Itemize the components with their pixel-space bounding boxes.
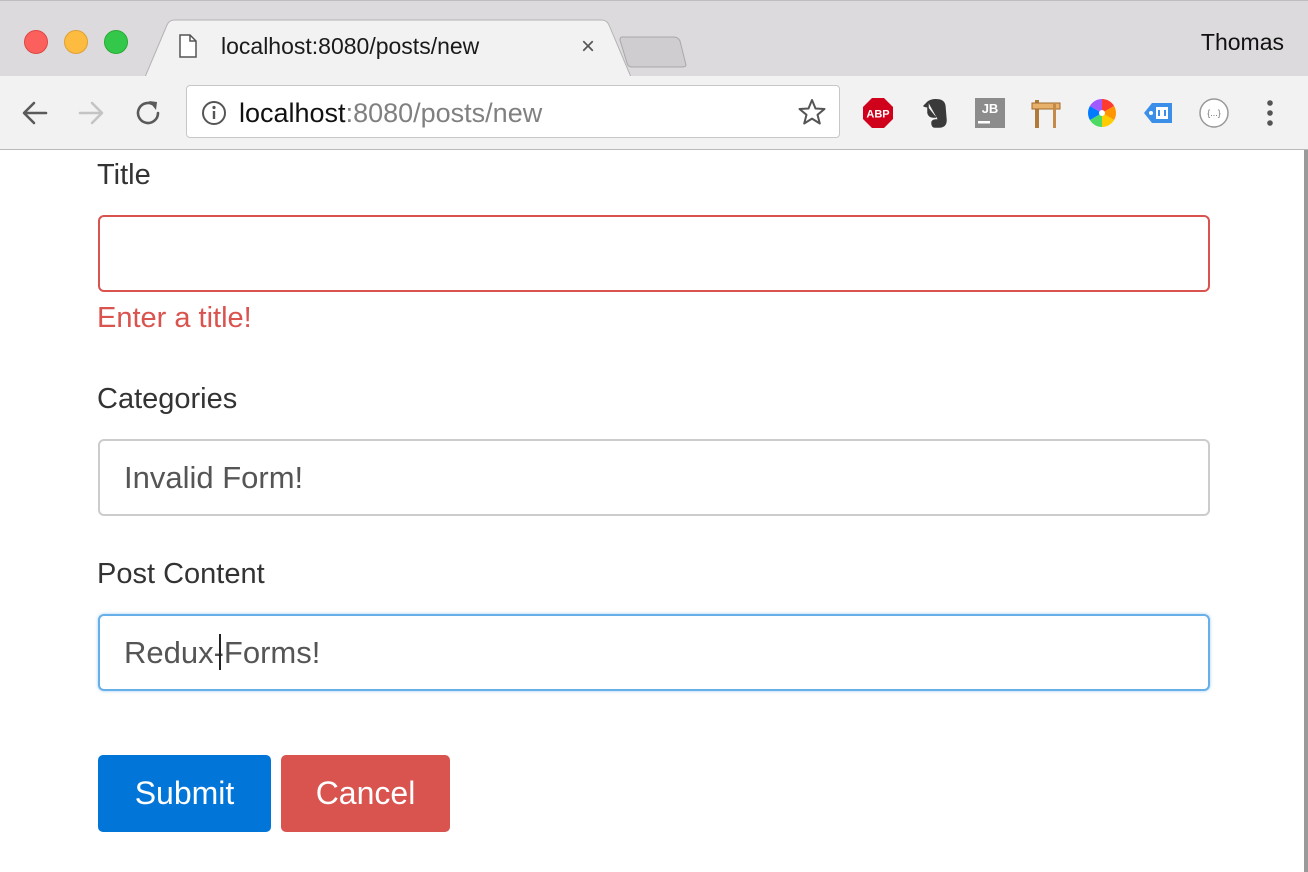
profile-name[interactable]: Thomas (1201, 29, 1284, 56)
color-wheel-icon[interactable] (1085, 96, 1119, 130)
json-formatter-icon[interactable]: {...} (1197, 96, 1231, 130)
star-icon[interactable] (797, 97, 827, 127)
url-host: localhost (239, 98, 346, 128)
file-icon (179, 34, 197, 63)
title-label: Title (97, 159, 151, 191)
new-tab-button[interactable] (618, 35, 688, 69)
evernote-icon[interactable] (918, 96, 952, 130)
submit-button[interactable]: Submit (98, 755, 271, 832)
cancel-button[interactable]: Cancel (281, 755, 450, 832)
reload-icon[interactable] (131, 96, 165, 130)
address-bar[interactable]: localhost:8080/posts/new (186, 85, 840, 138)
kebab-menu-icon[interactable] (1258, 96, 1282, 130)
post-content-label: Post Content (97, 558, 265, 590)
window-maximize-button[interactable] (104, 30, 128, 54)
info-icon[interactable] (201, 100, 227, 126)
text-cursor (219, 634, 221, 670)
categories-label: Categories (97, 383, 238, 415)
jetbrains-label: JB (982, 101, 999, 116)
browser-tab-active[interactable]: localhost:8080/posts/new × (145, 19, 631, 79)
json-formatter-label: {...} (1207, 108, 1221, 118)
post-content-input-value: Redux-Forms! (124, 635, 321, 670)
categories-input-value: Invalid Form! (124, 460, 304, 495)
categories-input[interactable]: Invalid Form! (98, 439, 1210, 516)
url-text[interactable]: localhost:8080/posts/new (239, 98, 542, 129)
adblock-plus-icon[interactable]: ABP (861, 96, 895, 130)
window-minimize-button[interactable] (64, 30, 88, 54)
tag-icon[interactable] (1141, 96, 1175, 130)
title-input[interactable] (98, 215, 1210, 292)
tab-title: localhost:8080/posts/new (221, 33, 480, 59)
construction-sign-icon[interactable] (1029, 96, 1063, 130)
tab-strip: localhost:8080/posts/new × Thomas (0, 0, 1308, 79)
browser-toolbar: localhost:8080/posts/new ABP JB {...} (0, 76, 1308, 150)
page-content: Title Enter a title! Categories Invalid … (0, 150, 1308, 872)
title-error-message: Enter a title! (97, 302, 252, 334)
window-edge (1304, 150, 1308, 872)
jetbrains-icon[interactable]: JB (973, 96, 1007, 130)
post-content-input[interactable]: Redux-Forms! (98, 614, 1210, 691)
back-arrow-icon[interactable] (18, 96, 52, 130)
url-path: :8080/posts/new (345, 98, 543, 128)
adblock-label: ABP (866, 109, 889, 121)
tab-close-icon[interactable]: × (576, 33, 600, 61)
window-close-button[interactable] (24, 30, 48, 54)
forward-arrow-icon[interactable] (74, 96, 108, 130)
